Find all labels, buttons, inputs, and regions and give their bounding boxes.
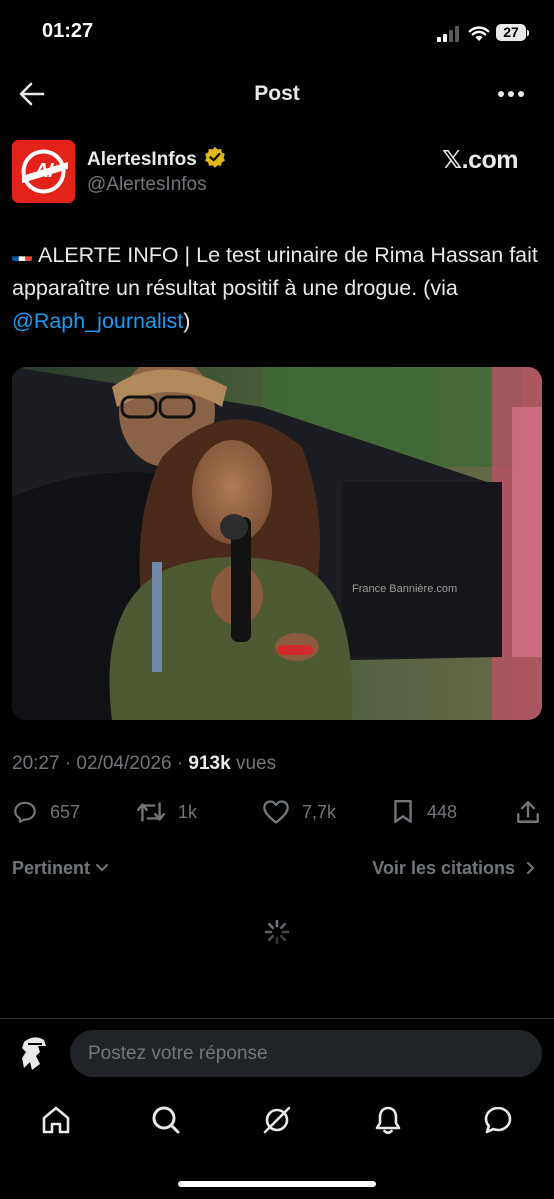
notifications-icon[interactable]	[372, 1104, 404, 1136]
view-quotes-link[interactable]: Voir les citations	[372, 858, 536, 879]
sort-label: Pertinent	[12, 858, 91, 878]
search-icon[interactable]	[150, 1104, 182, 1136]
tweet-text-end: )	[183, 309, 191, 333]
signal-icon	[437, 26, 461, 42]
bookmark-count: 448	[427, 801, 458, 822]
reply-placeholder: Postez votre réponse	[88, 1043, 268, 1064]
messages-icon[interactable]	[482, 1104, 514, 1136]
repost-button[interactable]: 1k	[136, 797, 197, 827]
sort-dropdown[interactable]: Pertinent	[12, 858, 109, 879]
avatar[interactable]: AI	[12, 140, 75, 203]
author-name-text[interactable]: AlertesInfos	[87, 149, 197, 170]
like-count: 7,7k	[302, 801, 337, 822]
repost-icon	[136, 802, 166, 822]
battery-icon: 27	[496, 24, 526, 41]
share-button[interactable]	[515, 797, 541, 827]
views-label: vues	[235, 753, 277, 774]
media-caption: France Bannière.com	[352, 583, 457, 595]
wifi-icon	[468, 26, 490, 41]
x-com-label: 𝕏.com	[442, 146, 519, 174]
status-time: 01:27	[42, 20, 94, 42]
like-button[interactable]: 7,7k	[262, 797, 336, 827]
post-timestamp: 20:27 · 02/04/2026 ·	[12, 753, 189, 774]
page-title: Post	[254, 82, 300, 105]
author-name[interactable]: AlertesInfos	[87, 146, 226, 171]
home-icon[interactable]	[40, 1104, 72, 1136]
avatar-text: AI	[34, 160, 54, 182]
tweet-text: ALERTE INFO | Le test urinaire de Rima H…	[12, 239, 542, 338]
divider	[0, 1018, 554, 1019]
mention-link[interactable]: @Raph_journalist	[12, 309, 183, 333]
more-dots-icon[interactable]	[497, 89, 525, 99]
reply-icon	[14, 801, 36, 823]
reply-count: 657	[50, 801, 81, 822]
user-avatar-icon[interactable]	[18, 1034, 50, 1072]
bookmark-button[interactable]: 448	[391, 797, 457, 827]
heart-icon	[263, 800, 289, 824]
author-handle[interactable]: @AlertesInfos	[87, 174, 207, 196]
loading-spinner-icon	[264, 919, 290, 945]
reply-button[interactable]: 657	[12, 797, 80, 827]
chevron-down-icon	[96, 864, 109, 872]
bookmark-icon	[394, 799, 412, 823]
repost-count: 1k	[178, 801, 198, 822]
views-count: 913k	[188, 753, 231, 774]
view-quotes-label: Voir les citations	[372, 858, 515, 878]
grok-icon[interactable]	[261, 1104, 293, 1136]
tweet-image[interactable]: France Bannière.com	[12, 367, 542, 720]
french-flag-icon	[12, 247, 32, 261]
tweet-text-main: ALERTE INFO | Le test urinaire de Rima H…	[12, 243, 538, 300]
verified-badge-icon	[205, 147, 225, 168]
post-meta: 20:27 · 02/04/2026 · 913k vues	[12, 753, 276, 775]
battery-nub	[527, 30, 529, 36]
share-icon	[517, 801, 539, 823]
home-indicator	[178, 1181, 376, 1187]
chevron-right-icon	[527, 862, 535, 874]
